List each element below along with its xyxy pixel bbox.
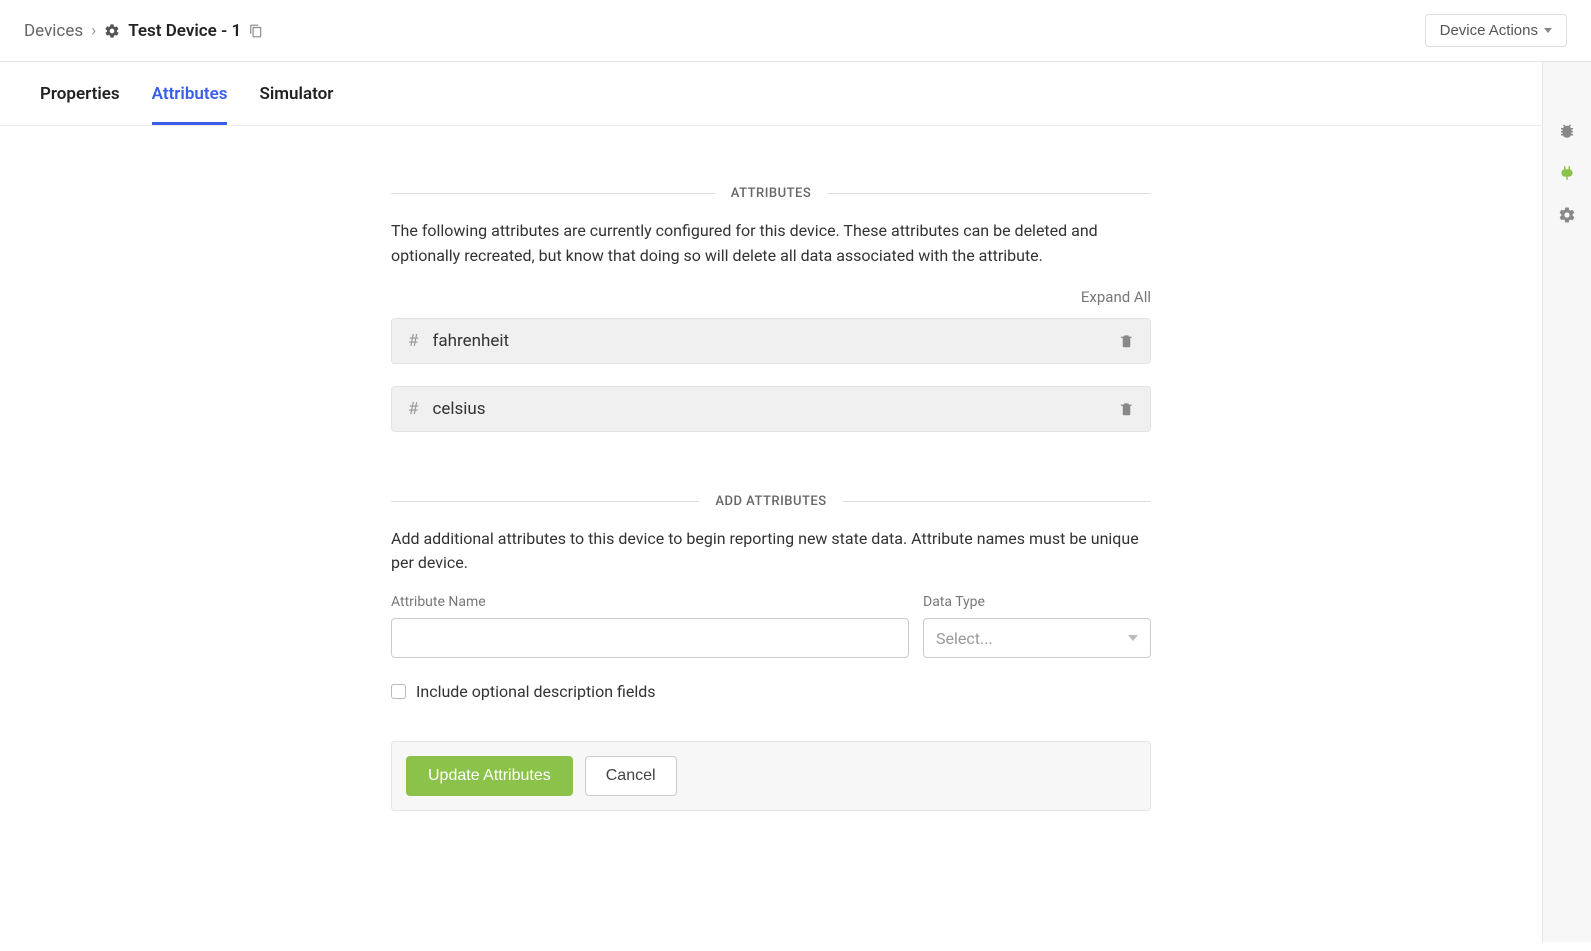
include-optional-checkbox[interactable] [391, 684, 406, 699]
attribute-name: celsius [432, 399, 1119, 419]
trash-icon[interactable] [1119, 333, 1134, 349]
add-form-row: Attribute Name Data Type Select... [391, 594, 1151, 658]
header-bar: Devices › Test Device - 1 Device Actions [0, 0, 1591, 62]
update-attributes-button[interactable]: Update Attributes [406, 756, 573, 796]
include-optional-row[interactable]: Include optional description fields [391, 682, 1151, 701]
data-type-placeholder: Select... [936, 629, 993, 648]
bug-icon[interactable] [1558, 122, 1576, 140]
breadcrumb: Devices › Test Device - 1 [24, 21, 263, 41]
content-column: Properties Attributes Simulator ATTRIBUT… [0, 62, 1543, 942]
attribute-row[interactable]: # celsius [391, 386, 1151, 432]
attribute-name: fahrenheit [432, 331, 1119, 351]
attribute-name-col: Attribute Name [391, 594, 909, 658]
attributes-description: The following attributes are currently c… [391, 219, 1151, 269]
tab-attributes[interactable]: Attributes [152, 84, 228, 125]
trash-icon[interactable] [1119, 401, 1134, 417]
section-heading-attributes: ATTRIBUTES [391, 186, 1151, 201]
number-type-icon: # [408, 331, 418, 351]
device-gear-icon[interactable] [1558, 206, 1576, 224]
include-optional-label: Include optional description fields [416, 682, 656, 701]
breadcrumb-current-label: Test Device - 1 [128, 21, 241, 41]
data-type-select[interactable]: Select... [923, 618, 1151, 658]
action-bar: Update Attributes Cancel [391, 741, 1151, 811]
expand-all-link[interactable]: Expand All [1081, 288, 1151, 306]
main-area: Properties Attributes Simulator ATTRIBUT… [0, 62, 1591, 942]
attribute-name-label: Attribute Name [391, 594, 909, 610]
data-type-col: Data Type Select... [923, 594, 1151, 658]
breadcrumb-root[interactable]: Devices [24, 21, 83, 41]
section-heading-attributes-label: ATTRIBUTES [715, 186, 827, 201]
right-rail [1543, 62, 1591, 942]
device-icon [104, 23, 120, 39]
copy-icon[interactable] [249, 24, 263, 38]
tab-properties[interactable]: Properties [40, 84, 120, 125]
section-heading-add-label: ADD ATTRIBUTES [699, 494, 842, 509]
tab-simulator[interactable]: Simulator [259, 84, 333, 125]
chevron-down-icon [1128, 635, 1138, 641]
attribute-row[interactable]: # fahrenheit [391, 318, 1151, 364]
device-actions-button[interactable]: Device Actions [1425, 14, 1567, 47]
device-actions-label: Device Actions [1440, 22, 1538, 39]
expand-row: Expand All [391, 287, 1151, 306]
tab-strip: Properties Attributes Simulator [0, 62, 1542, 126]
caret-down-icon [1544, 28, 1552, 33]
section-heading-add: ADD ATTRIBUTES [391, 494, 1151, 509]
add-description: Add additional attributes to this device… [391, 527, 1151, 577]
breadcrumb-current: Test Device - 1 [104, 21, 263, 41]
attribute-name-input[interactable] [391, 618, 909, 658]
cancel-button[interactable]: Cancel [585, 756, 677, 796]
panel: ATTRIBUTES The following attributes are … [391, 126, 1151, 871]
breadcrumb-separator: › [91, 21, 96, 41]
plug-icon[interactable] [1558, 164, 1576, 182]
data-type-label: Data Type [923, 594, 1151, 610]
number-type-icon: # [408, 399, 418, 419]
